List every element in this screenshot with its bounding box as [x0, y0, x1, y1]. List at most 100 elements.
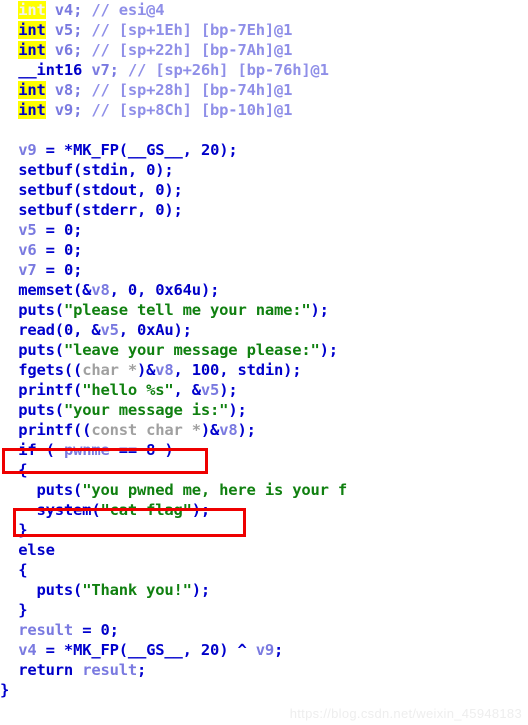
- declaration-comment: // esi@4: [82, 1, 165, 19]
- code-line[interactable]: int v9; // [sp+8Ch] [bp-10h]@1: [0, 100, 528, 120]
- code-line[interactable]: setbuf(stdout, 0);: [0, 180, 528, 200]
- code-token-fn: , &: [73, 321, 101, 339]
- code-line[interactable]: system("cat flag");: [0, 500, 528, 520]
- code-token-var: v9: [255, 641, 274, 659]
- code-line[interactable]: setbuf(stderr, 0);: [0, 200, 528, 220]
- code-token-fn: printf(: [0, 381, 83, 399]
- code-token-fn: ;: [73, 241, 83, 259]
- declaration-comment: // [sp+28h] [bp-74h]@1: [82, 81, 293, 99]
- code-token-fn: , &: [173, 381, 202, 399]
- code-line[interactable]: else: [0, 540, 528, 560]
- code-line[interactable]: v6 = 0;: [0, 240, 528, 260]
- code-token-num: 0: [100, 621, 110, 639]
- code-token-fn: }: [0, 601, 28, 619]
- watermark-text: https://blog.csdn.net/weixin_45948183: [289, 706, 522, 721]
- code-token-var: v5: [200, 381, 220, 399]
- code-token-fn: = *: [36, 641, 74, 659]
- code-token-fn: ;: [109, 621, 119, 639]
- code-token-kw: return: [0, 661, 74, 679]
- code-line[interactable]: v5 = 0;: [0, 220, 528, 240]
- code-line[interactable]: printf("hello %s", &v5);: [0, 380, 528, 400]
- code-token-var: result: [0, 621, 74, 639]
- code-line[interactable]: {: [0, 560, 528, 580]
- code-token-fn: puts(: [0, 301, 64, 319]
- code-token-num: 0: [63, 261, 74, 279]
- code-token-fn: {: [0, 561, 28, 579]
- declaration-type-keyword: int: [18, 1, 46, 19]
- declaration-variable-name: v9;: [45, 101, 83, 119]
- declaration-type-keyword: int: [18, 101, 46, 119]
- declaration-comment: // [sp+1Eh] [bp-7Eh]@1: [82, 21, 293, 39]
- code-token-num: 0: [63, 241, 74, 259]
- code-token-num: 0: [127, 281, 137, 299]
- code-token-fn: ,: [137, 281, 156, 299]
- code-token-str: "please tell me your name:": [63, 301, 311, 319]
- code-line[interactable]: int v6; // [sp+22h] [bp-7Ah]@1: [0, 40, 528, 60]
- code-token-fn: ,: [173, 361, 192, 379]
- code-line[interactable]: int v4; // esi@4: [0, 0, 528, 20]
- code-line[interactable]: v7 = 0;: [0, 260, 528, 280]
- code-token-num: 0xAu: [137, 321, 174, 339]
- code-line[interactable]: puts("leave your message please:");: [0, 340, 528, 360]
- code-line[interactable]: v9 = *MK_FP(__GS__, 20);: [0, 140, 528, 160]
- code-line[interactable]: memset(&v8, 0, 0x64u);: [0, 280, 528, 300]
- code-line[interactable]: puts("your message is:");: [0, 400, 528, 420]
- code-line[interactable]: fgets((char *)&v8, 100, stdin);: [0, 360, 528, 380]
- code-token-num: 0: [63, 221, 74, 239]
- code-line[interactable]: v4 = *MK_FP(__GS__, 20) ^ v9;: [0, 640, 528, 660]
- code-token-var: v5: [100, 321, 119, 339]
- code-token-num: 0: [146, 161, 156, 179]
- code-token-num: 8: [146, 441, 156, 459]
- code-token-fn: ;: [73, 261, 83, 279]
- code-token-num: 20: [200, 141, 220, 159]
- declaration-variable-name: v4;: [45, 1, 83, 19]
- code-token-fn: =: [73, 621, 101, 639]
- declaration-type-keyword: int: [18, 81, 46, 99]
- code-token-fn: system(: [0, 501, 101, 519]
- code-line[interactable]: }: [0, 680, 528, 700]
- code-line[interactable]: if ( pwnme == 8 ): [0, 440, 528, 460]
- code-token-fn: );: [191, 501, 211, 519]
- code-token-fn: read(: [0, 321, 64, 339]
- code-line[interactable]: puts("please tell me your name:");: [0, 300, 528, 320]
- code-token-fn: )&: [136, 361, 156, 379]
- code-token-var: v8: [219, 421, 238, 439]
- code-token-type: char *: [82, 361, 137, 379]
- code-line[interactable]: int v5; // [sp+1Eh] [bp-7Eh]@1: [0, 20, 528, 40]
- decompiled-code-view[interactable]: int v4; // esi@4 int v5; // [sp+1Eh] [bp…: [0, 0, 528, 725]
- code-token-fn: (: [36, 441, 64, 459]
- code-line[interactable]: puts("you pwned me, here is your f: [0, 480, 528, 500]
- code-token-fn: );: [191, 581, 211, 599]
- code-token-fn: fgets((: [0, 361, 83, 379]
- code-token-fn: = *: [36, 141, 74, 159]
- code-line[interactable]: puts("Thank you!");: [0, 580, 528, 600]
- code-token-fn: )&: [200, 421, 220, 439]
- code-line[interactable]: {: [0, 460, 528, 480]
- code-token-num: 0x64u: [155, 281, 201, 299]
- code-token-fn: {: [0, 461, 28, 479]
- code-line[interactable]: }: [0, 520, 528, 540]
- code-token-fn: );: [219, 141, 238, 159]
- code-token-fn: puts(: [0, 581, 83, 599]
- code-line[interactable]: int v8; // [sp+28h] [bp-74h]@1: [0, 80, 528, 100]
- code-line[interactable]: read(0, &v5, 0xAu);: [0, 320, 528, 340]
- code-token-fn: MK_FP(__GS__,: [73, 641, 201, 659]
- declaration-variable-name: v6;: [45, 41, 83, 59]
- code-token-fn: __GS__: [127, 141, 183, 159]
- code-line[interactable]: result = 0;: [0, 620, 528, 640]
- code-token-var: v9: [0, 141, 37, 159]
- code-token-fn: );: [310, 301, 329, 319]
- code-line[interactable]: }: [0, 600, 528, 620]
- code-token-fn: puts(: [0, 481, 83, 499]
- code-line[interactable]: __int16 v7; // [sp+26h] [bp-76h]@1: [0, 60, 528, 80]
- code-line[interactable]: printf((const char *)&v8);: [0, 420, 528, 440]
- code-token-str: "hello %s": [82, 381, 174, 399]
- code-token-fn: setbuf(stdin,: [0, 161, 147, 179]
- code-token-fn: ,: [182, 141, 201, 159]
- code-line[interactable]: [0, 120, 528, 140]
- code-line[interactable]: return result;: [0, 660, 528, 680]
- code-token-fn: ) ^: [219, 641, 256, 659]
- code-line[interactable]: setbuf(stdin, 0);: [0, 160, 528, 180]
